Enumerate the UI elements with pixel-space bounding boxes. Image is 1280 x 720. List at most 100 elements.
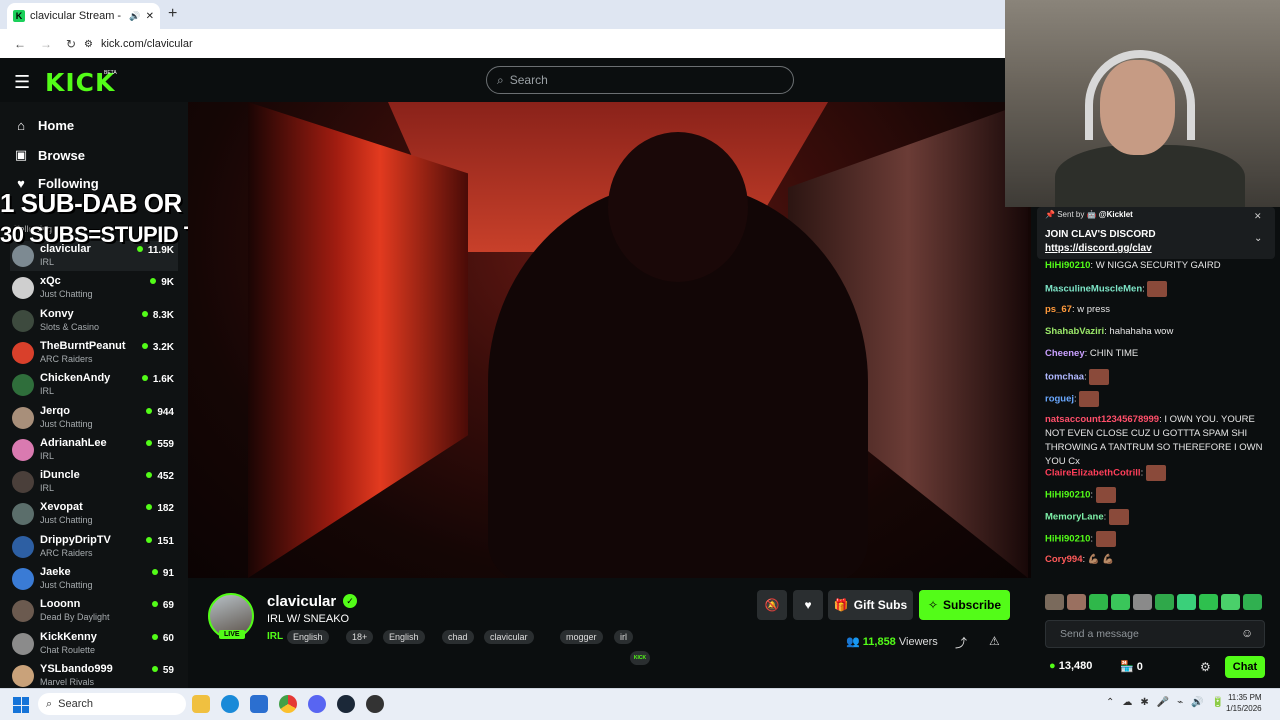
browser-tab[interactable]: K clavicular Stream - Watch L 🔊 ✕: [7, 3, 160, 29]
emote-icon[interactable]: [1111, 594, 1130, 610]
report-icon[interactable]: ⚠: [989, 634, 1000, 648]
new-tab-button[interactable]: +: [168, 5, 177, 23]
emote-icon[interactable]: [1067, 594, 1086, 610]
channel-name[interactable]: clavicular: [267, 593, 336, 610]
follow-button[interactable]: ♥: [793, 590, 823, 620]
channel-points[interactable]: ● 13,480: [1049, 660, 1092, 672]
chevron-down-icon[interactable]: ⌄: [1254, 233, 1262, 244]
emote-icon[interactable]: [1199, 594, 1218, 610]
sidebar-channel[interactable]: xQc Just Chatting 9K: [10, 273, 178, 303]
chat-input[interactable]: Send a message: [1045, 620, 1265, 648]
chat-message[interactable]: MemoryLane:: [1045, 509, 1275, 525]
chat-message[interactable]: HiHi90210: W NIGGA SECURITY GAIRD: [1045, 259, 1275, 273]
chat-username[interactable]: HiHi90210: [1045, 534, 1090, 545]
chrome-icon[interactable]: [279, 695, 297, 713]
pinned-link[interactable]: https://discord.gg/clav: [1045, 243, 1152, 254]
stream-tag[interactable]: English: [287, 630, 329, 644]
sidebar-channel[interactable]: YSLbando999 Marvel Rivals 59: [10, 661, 178, 688]
taskbar-search[interactable]: ⌕ Search: [38, 693, 186, 715]
chat-username[interactable]: HiHi90210: [1045, 490, 1090, 501]
unpin-icon[interactable]: ✕: [1254, 211, 1262, 222]
reload-icon[interactable]: ↻: [66, 37, 76, 51]
emote-icon[interactable]: [1045, 594, 1064, 610]
sidebar-channel[interactable]: Looonn Dead By Daylight 69: [10, 596, 178, 626]
edge-icon[interactable]: [221, 695, 239, 713]
chat-username[interactable]: Cory994: [1045, 554, 1083, 565]
chat-message[interactable]: roguej:: [1045, 391, 1275, 407]
emote-icon[interactable]: [1133, 594, 1152, 610]
site-info-icon[interactable]: ⚙: [84, 39, 93, 50]
stream-tag[interactable]: 18+: [346, 630, 374, 644]
store-icon[interactable]: [250, 695, 268, 713]
chat-username[interactable]: HiHi90210: [1045, 260, 1090, 271]
chat-username[interactable]: Cheeney: [1045, 348, 1085, 359]
chat-message[interactable]: tomchaa:: [1045, 369, 1275, 385]
chat-settings-icon[interactable]: ⚙: [1200, 660, 1211, 674]
steam-icon[interactable]: [337, 695, 355, 713]
speaker-icon[interactable]: 🔊: [129, 11, 140, 22]
close-tab-icon[interactable]: ✕: [146, 11, 154, 22]
emote-icon[interactable]: [1155, 594, 1174, 610]
menu-icon[interactable]: ☰: [14, 72, 30, 93]
chat-text: :: [1103, 511, 1107, 523]
sidebar-channel[interactable]: TheBurntPeanut ARC Raiders 3.2K: [10, 338, 178, 368]
gift-subs-button[interactable]: 🎁 Gift Subs: [828, 590, 913, 620]
chat-message[interactable]: ShahabVaziri: hahahaha wow: [1045, 325, 1275, 339]
shop-counter[interactable]: 🏪 0: [1120, 660, 1143, 673]
discord-icon[interactable]: [308, 695, 326, 713]
chat-username[interactable]: ShahabVaziri: [1045, 326, 1104, 337]
chat-message[interactable]: HiHi90210:: [1045, 531, 1275, 547]
chat-username[interactable]: MasculineMuscleMen: [1045, 284, 1142, 295]
emote-icon[interactable]: [1243, 594, 1262, 610]
chat-username[interactable]: natsaccount12345678999: [1045, 414, 1159, 425]
sidebar-channel[interactable]: Xevopat Just Chatting 182: [10, 499, 178, 529]
sidebar-channel[interactable]: iDuncle IRL 452: [10, 467, 178, 497]
sidebar-channel[interactable]: KickKenny Chat Roulette 60: [10, 629, 178, 659]
back-icon[interactable]: ←: [14, 37, 26, 51]
chat-username[interactable]: tomchaa: [1045, 372, 1084, 383]
chat-username[interactable]: roguej: [1045, 394, 1074, 405]
chat-username[interactable]: ps_67: [1045, 304, 1072, 315]
chat-message[interactable]: Cheeney: CHIN TIME: [1045, 347, 1275, 361]
sidebar-channel[interactable]: Jerqo Just Chatting 944: [10, 403, 178, 433]
taskbar-clock[interactable]: 11:35 PM 1/15/2026: [1226, 692, 1262, 714]
app-icon[interactable]: [366, 695, 384, 713]
url-field[interactable]: ⚙ kick.com/clavicular: [84, 34, 984, 54]
search-input[interactable]: ⌕ Search: [486, 66, 794, 94]
chat-username[interactable]: ClaireElizabethCotrill: [1045, 468, 1141, 479]
share-icon[interactable]: ⤴: [955, 634, 967, 651]
system-tray[interactable]: ⌃☁✱🎤⌁🔊🔋: [1106, 697, 1232, 708]
mute-notifications-button[interactable]: 🔕: [757, 590, 787, 620]
chat-message[interactable]: MasculineMuscleMen:: [1045, 281, 1275, 297]
windows-start-icon[interactable]: [13, 697, 29, 713]
chat-message[interactable]: HiHi90210:: [1045, 487, 1275, 503]
stream-tag[interactable]: irl: [614, 630, 633, 644]
sidebar-channel[interactable]: AdrianahLee IRL 559: [10, 435, 178, 465]
video-player[interactable]: [188, 102, 1031, 578]
sidebar-channel[interactable]: DrippyDripTV ARC Raiders 151: [10, 532, 178, 562]
subscribe-button[interactable]: ✧ Subscribe: [919, 590, 1010, 620]
stream-tag[interactable]: chad: [442, 630, 474, 644]
file-explorer-icon[interactable]: [192, 695, 210, 713]
stream-category[interactable]: IRL: [267, 631, 283, 642]
stream-tag[interactable]: mogger: [560, 630, 603, 644]
chat-message[interactable]: Cory994: 💪🏽 💪🏽: [1045, 553, 1275, 567]
emote-icon[interactable]: [1089, 594, 1108, 610]
emote-icon[interactable]: [1177, 594, 1196, 610]
forward-icon[interactable]: →: [40, 37, 52, 51]
chat-message[interactable]: ps_67: w press: [1045, 303, 1275, 317]
sidebar-channel[interactable]: Jaeke Just Chatting 91: [10, 564, 178, 594]
chat-message[interactable]: natsaccount12345678999: I OWN YOU. YOURE…: [1045, 413, 1275, 469]
viewers-icon: 👥: [846, 636, 860, 648]
chat-send-button[interactable]: Chat: [1225, 656, 1265, 678]
sidebar-channel[interactable]: Konvy Slots & Casino 8.3K: [10, 306, 178, 336]
emoji-picker-icon[interactable]: ☺: [1241, 626, 1253, 640]
sidebar-channel[interactable]: ChickenAndy IRL 1.6K: [10, 370, 178, 400]
stream-tag[interactable]: clavicular: [484, 630, 534, 644]
nav-home[interactable]: ⌂ Home: [14, 118, 74, 133]
emote-icon[interactable]: [1221, 594, 1240, 610]
nav-browse[interactable]: ▣ Browse: [14, 147, 85, 163]
stream-tag[interactable]: English: [383, 630, 425, 644]
chat-username[interactable]: MemoryLane: [1045, 512, 1104, 523]
chat-message[interactable]: ClaireElizabethCotrill:: [1045, 465, 1275, 481]
